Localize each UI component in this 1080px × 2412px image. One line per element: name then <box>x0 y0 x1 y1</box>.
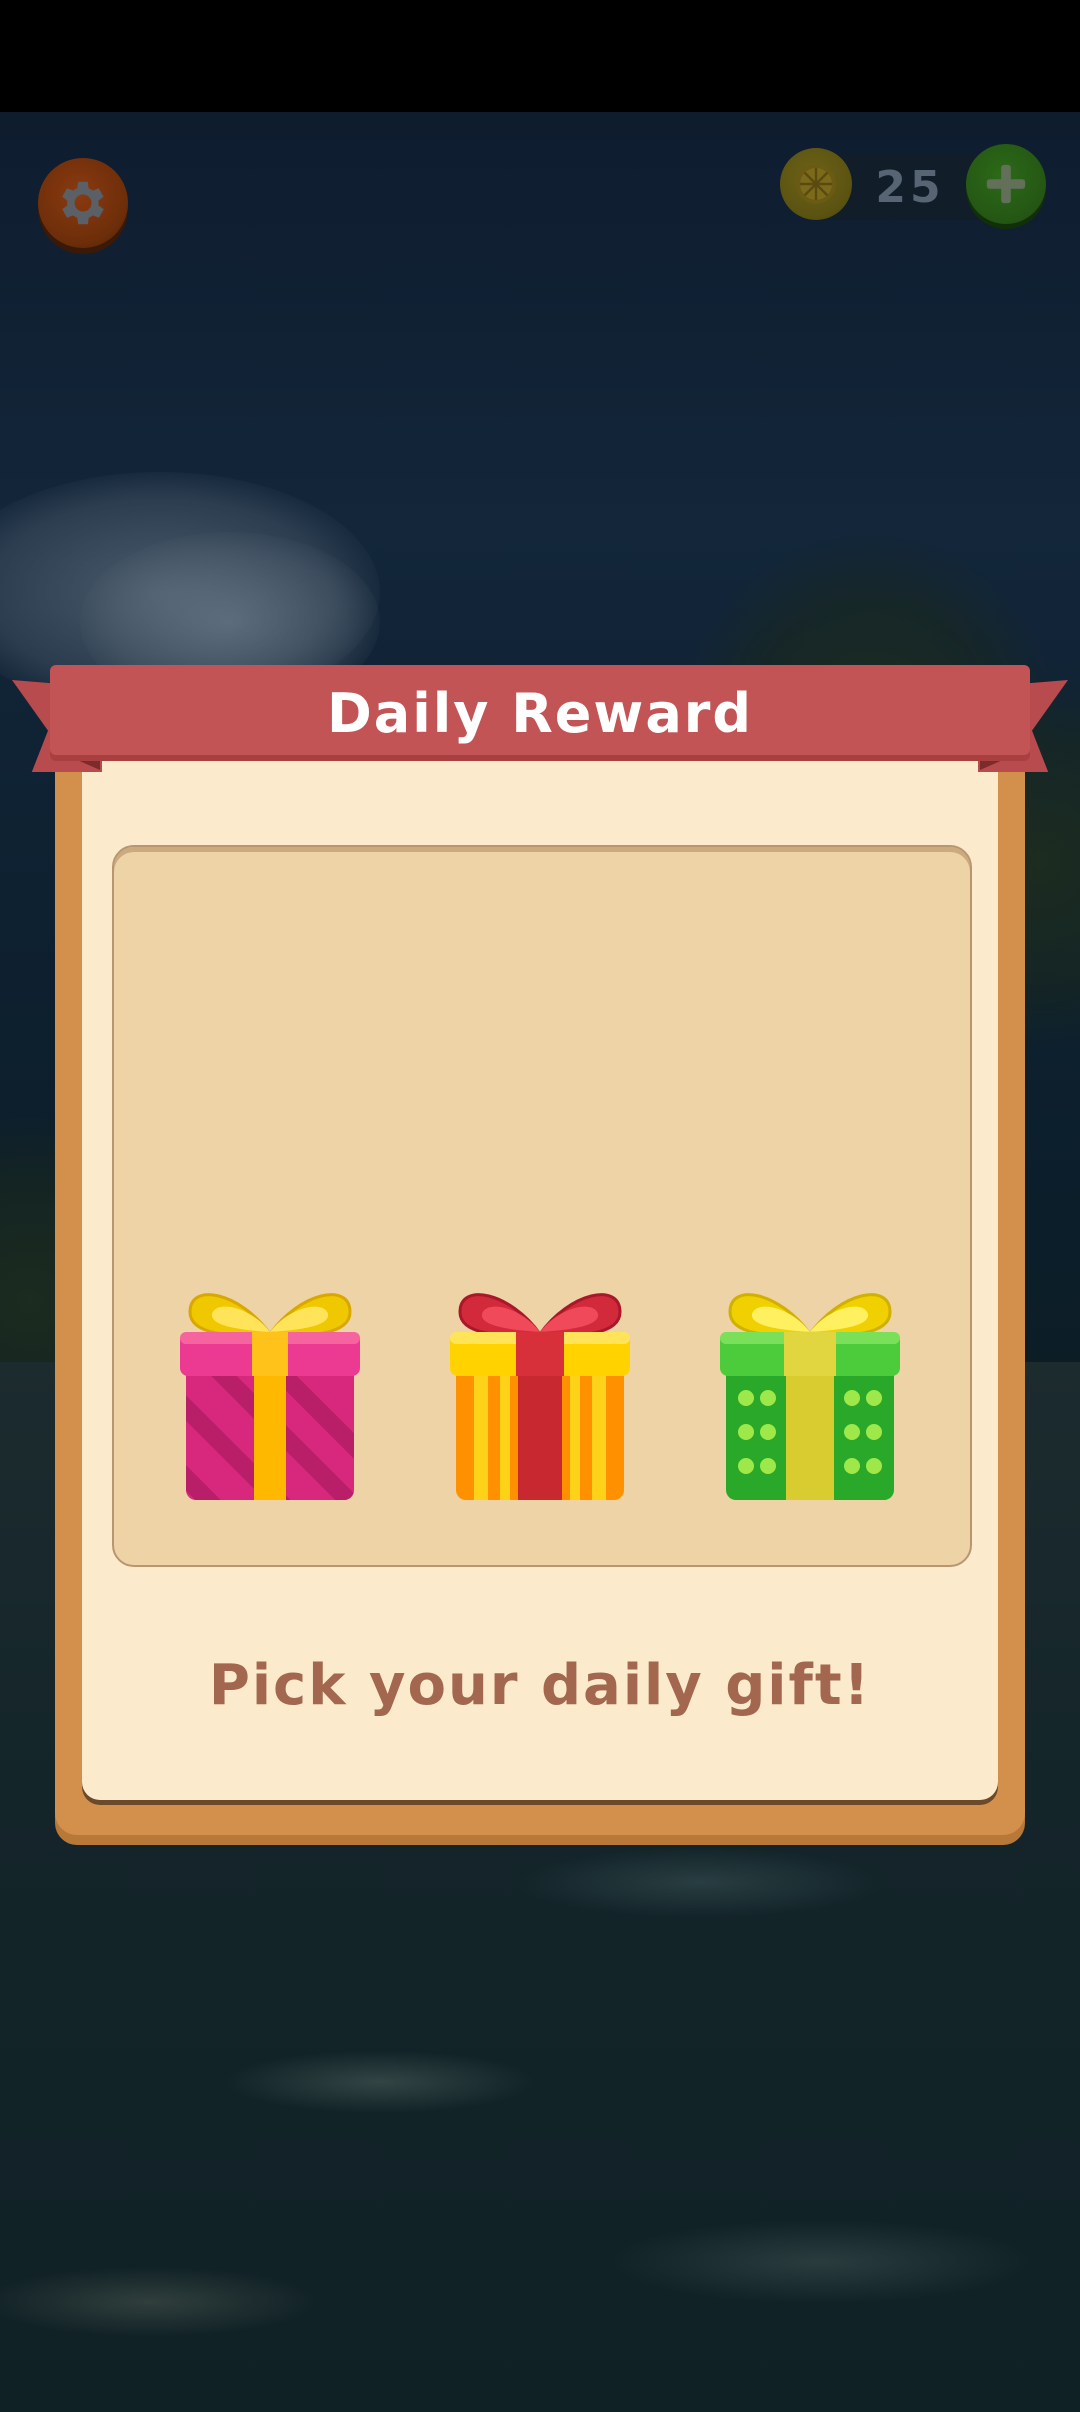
green-gift-icon <box>720 1293 900 1500</box>
gift-green[interactable] <box>720 1272 900 1504</box>
gear-icon <box>62 181 104 225</box>
lemon-coin-icon <box>780 148 852 220</box>
orange-gift-icon <box>450 1293 630 1500</box>
gift-orange[interactable] <box>450 1272 630 1504</box>
plus-icon <box>986 164 1026 204</box>
add-coins-button[interactable] <box>966 144 1046 224</box>
status-bar <box>0 0 1080 112</box>
coin-count: 25 <box>875 161 945 213</box>
settings-button[interactable] <box>38 158 128 248</box>
pick-gift-prompt: Pick your daily gift! <box>208 1652 872 1718</box>
pink-gift-icon <box>180 1293 360 1500</box>
dialog-title: Daily Reward <box>326 681 754 745</box>
gift-pink[interactable] <box>180 1272 360 1504</box>
lemon-slice-icon <box>796 164 836 204</box>
